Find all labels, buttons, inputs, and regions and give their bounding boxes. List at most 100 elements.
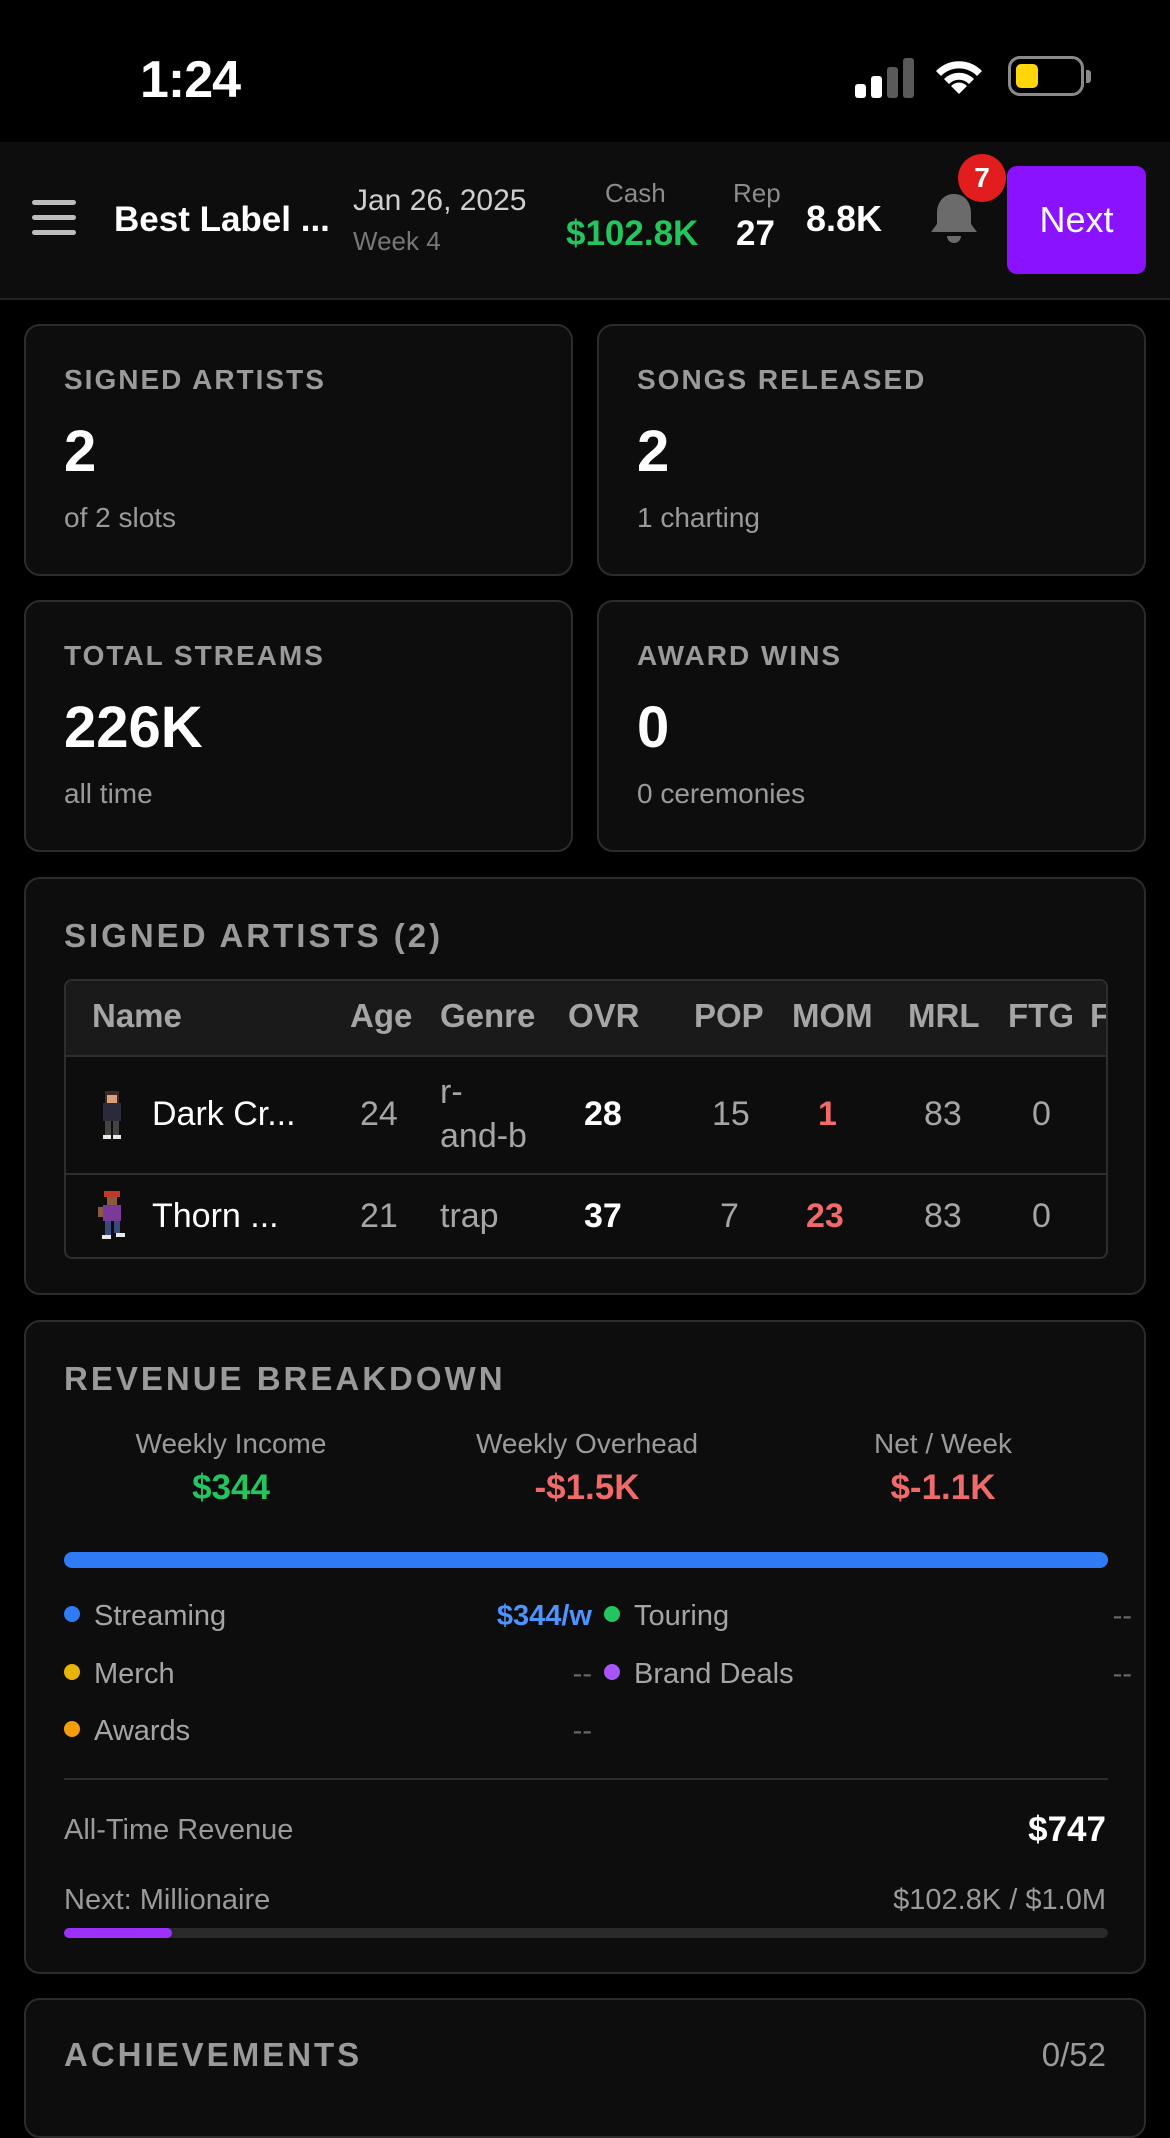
stat-label: TOTAL STREAMS	[64, 640, 325, 671]
rep-label: Rep	[733, 178, 781, 208]
artist-pop: 15	[712, 1095, 750, 1133]
brand-deals-dot-icon	[604, 1664, 620, 1681]
artist-age: 24	[360, 1095, 398, 1133]
artist-mrl: 83	[924, 1197, 962, 1235]
divider	[64, 1778, 1108, 1780]
stat-subtext: 1 charting	[637, 502, 760, 533]
wifi-icon	[936, 61, 982, 94]
col-ovr[interactable]: OVR	[568, 997, 640, 1035]
status-bar: 1:24	[0, 0, 1170, 142]
next-milestone-progress-text: $102.8K / $1.0M	[893, 1884, 1106, 1916]
weekly-overhead-value: -$1.5K	[534, 1468, 640, 1507]
net-per-week: Net / Week $-1.1K	[773, 1428, 1113, 1508]
section-title: REVENUE BREAKDOWN	[64, 1360, 506, 1397]
awards-dot-icon	[64, 1721, 80, 1738]
artist-genre-cont: and-b	[440, 1117, 527, 1155]
artist-ftg: 0	[1032, 1197, 1051, 1235]
artists-table[interactable]: Name Age Genre OVR POP MOM MRL FTG F Dar…	[64, 979, 1108, 1259]
table-row[interactable]: Thorn ... 21 trap 37 7 23 83 0	[66, 1175, 1106, 1257]
weekly-overhead-label: Weekly Overhead	[475, 1428, 699, 1459]
merch-dot-icon	[64, 1664, 80, 1681]
stat-label: AWARD WINS	[637, 640, 843, 671]
artist-genre: trap	[440, 1197, 499, 1235]
stat-value: 226K	[64, 695, 203, 760]
weekly-income: Weekly Income $344	[61, 1428, 401, 1508]
artist-mom: 23	[806, 1197, 844, 1235]
col-ftg[interactable]: FTG	[1008, 997, 1074, 1035]
col-name[interactable]: Name	[92, 997, 182, 1035]
table-row[interactable]: Dark Cr... 24 r- and-b 28 15 1 83 0	[66, 1057, 1106, 1175]
artist-ovr: 28	[584, 1095, 622, 1133]
stat-subtext: of 2 slots	[64, 502, 177, 533]
fans-value: 8.8K	[806, 198, 883, 239]
legend-streaming-value: $344/w	[496, 1600, 592, 1632]
net-per-week-label: Net / Week	[874, 1428, 1012, 1459]
legend-touring: Touring	[604, 1600, 729, 1633]
col-mom[interactable]: MOM	[792, 997, 873, 1035]
legend-merch: Merch	[64, 1658, 175, 1691]
cash-value: $102.8K	[566, 214, 699, 253]
stat-card-songs-released[interactable]: SONGS RELEASED 2 1 charting	[597, 324, 1146, 576]
revenue-breakdown-section: REVENUE BREAKDOWN Weekly Income $344 Wee…	[24, 1320, 1146, 1974]
section-title: SIGNED ARTISTS (2)	[64, 917, 444, 954]
achievements-count: 0/52	[1041, 2036, 1106, 2073]
stat-value: 2	[64, 419, 97, 484]
game-week: Week 4	[353, 226, 441, 256]
legend-awards: Awards	[64, 1715, 190, 1748]
col-f[interactable]: F	[1090, 997, 1106, 1035]
legend-awards-value: --	[572, 1715, 592, 1747]
battery-icon	[1008, 56, 1091, 96]
milestone-progress-bar	[64, 1928, 1108, 1938]
artist-avatar-icon	[98, 1191, 125, 1239]
weekly-income-label: Weekly Income	[135, 1428, 327, 1459]
stat-card-signed-artists[interactable]: SIGNED ARTISTS 2 of 2 slots	[24, 324, 573, 576]
next-milestone-label: Next: Millionaire	[64, 1884, 271, 1916]
cash-label: Cash	[605, 178, 666, 208]
legend-streaming: Streaming	[64, 1600, 226, 1633]
artist-ovr: 37	[584, 1197, 622, 1235]
achievements-section[interactable]: ACHIEVEMENTS 0/52	[24, 1998, 1146, 2138]
notification-badge: 7	[958, 154, 1006, 202]
artist-ftg: 0	[1032, 1095, 1051, 1133]
col-age[interactable]: Age	[350, 997, 412, 1035]
artist-age: 21	[360, 1197, 398, 1235]
signed-artists-section: SIGNED ARTISTS (2) Name Age Genre OVR PO…	[24, 877, 1146, 1295]
all-time-revenue-value: $747	[1028, 1810, 1106, 1849]
stat-label: SONGS RELEASED	[637, 364, 927, 395]
stat-card-total-streams[interactable]: TOTAL STREAMS 226K all time	[24, 600, 573, 852]
artist-mrl: 83	[924, 1095, 962, 1133]
label-name[interactable]: Best Label ...	[114, 200, 330, 240]
table-header: Name Age Genre OVR POP MOM MRL FTG F	[66, 981, 1106, 1057]
next-week-button[interactable]: Next	[1007, 166, 1146, 274]
artist-name[interactable]: Thorn ...	[152, 1197, 279, 1236]
revenue-share-bar	[64, 1552, 1108, 1568]
legend-merch-value: --	[572, 1658, 592, 1690]
artist-avatar-icon	[103, 1091, 121, 1139]
artist-name[interactable]: Dark Cr...	[152, 1095, 296, 1134]
artist-mom: 1	[818, 1095, 837, 1133]
artist-pop: 7	[720, 1197, 739, 1235]
streaming-dot-icon	[64, 1606, 80, 1623]
stat-subtext: all time	[64, 778, 153, 809]
col-genre[interactable]: Genre	[440, 997, 535, 1035]
artist-genre: r-	[440, 1073, 463, 1111]
stat-value: 0	[637, 695, 670, 760]
touring-dot-icon	[604, 1606, 620, 1623]
weekly-income-value: $344	[192, 1468, 270, 1507]
milestone-progress-fill	[64, 1928, 172, 1938]
stat-value: 2	[637, 419, 670, 484]
legend-touring-value: --	[1112, 1600, 1132, 1632]
section-title: ACHIEVEMENTS	[64, 2036, 363, 2073]
stat-card-award-wins[interactable]: AWARD WINS 0 0 ceremonies	[597, 600, 1146, 852]
app-header: Best Label ... Jan 26, 2025 Week 4 Cash …	[0, 142, 1170, 300]
net-per-week-value: $-1.1K	[890, 1468, 996, 1507]
stat-subtext: 0 ceremonies	[637, 778, 806, 809]
game-date: Jan 26, 2025	[353, 184, 527, 217]
rep-value: 27	[736, 214, 775, 253]
legend-brand-deals: Brand Deals	[604, 1658, 794, 1691]
col-pop[interactable]: POP	[694, 997, 764, 1035]
all-time-revenue-label: All-Time Revenue	[64, 1814, 294, 1846]
status-time: 1:24	[140, 51, 241, 109]
hamburger-menu-icon[interactable]	[32, 200, 76, 245]
col-mrl[interactable]: MRL	[908, 997, 979, 1035]
